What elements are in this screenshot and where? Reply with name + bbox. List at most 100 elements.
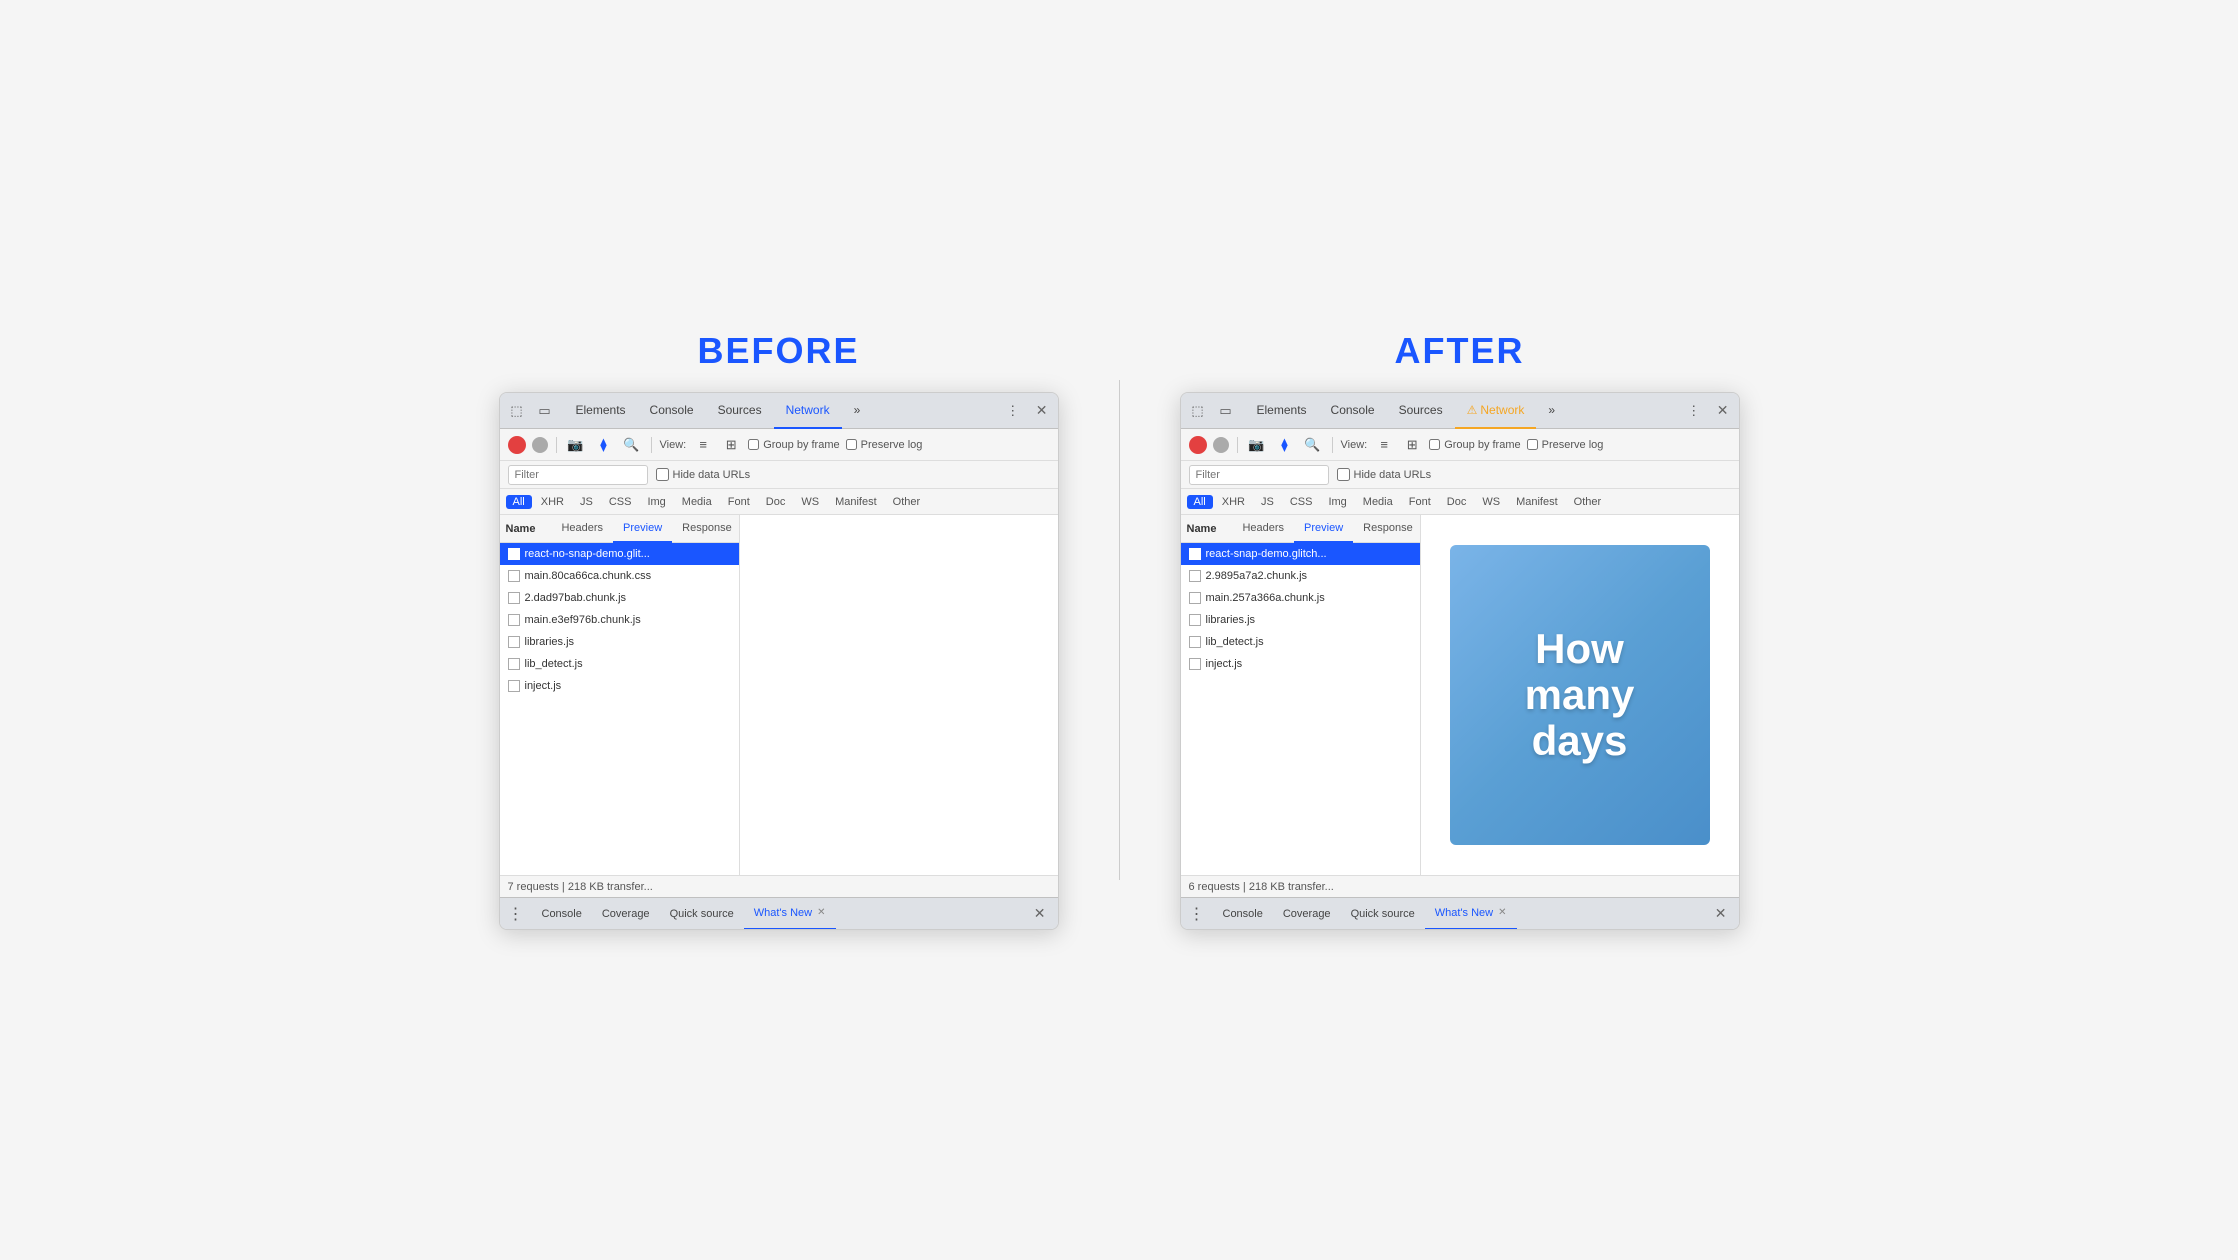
whatsnew-close-after[interactable]: ✕	[1498, 907, 1506, 918]
record-btn-after[interactable]	[1189, 436, 1207, 454]
file-item-3-after[interactable]: main.257a366a.chunk.js	[1181, 587, 1420, 609]
view-grid-icon-after[interactable]: ⊞	[1401, 434, 1423, 456]
close-drawer-after[interactable]: ✕	[1711, 903, 1731, 924]
file-item-4-before[interactable]: main.e3ef976b.chunk.js	[500, 609, 739, 631]
close-btn-after[interactable]: ✕	[1713, 400, 1733, 421]
type-all-after[interactable]: All	[1187, 495, 1213, 509]
drawer-menu-icon-after[interactable]: ⋮	[1189, 904, 1205, 924]
tab-sources-after[interactable]: Sources	[1387, 393, 1455, 429]
tab-elements-before[interactable]: Elements	[564, 393, 638, 429]
tab-elements-after[interactable]: Elements	[1245, 393, 1319, 429]
hide-data-urls-before[interactable]: Hide data URLs	[656, 468, 751, 481]
file-item-4-after[interactable]: libraries.js	[1181, 609, 1420, 631]
view-grid-icon-before[interactable]: ⊞	[720, 434, 742, 456]
preserve-log-checkbox-before[interactable]	[846, 439, 857, 450]
hide-data-urls-after[interactable]: Hide data URLs	[1337, 468, 1432, 481]
view-list-icon-before[interactable]: ≡	[692, 434, 714, 456]
close-btn-before[interactable]: ✕	[1032, 400, 1052, 421]
type-css-after[interactable]: CSS	[1283, 495, 1320, 509]
funnel-btn-before[interactable]: ⧫	[593, 434, 615, 456]
col-tab-headers-after[interactable]: Headers	[1232, 515, 1294, 543]
drawer-tab-console-before[interactable]: Console	[532, 898, 592, 930]
group-by-frame-before[interactable]: Group by frame	[748, 439, 839, 451]
type-manifest-after[interactable]: Manifest	[1509, 495, 1565, 509]
type-xhr-after[interactable]: XHR	[1215, 495, 1252, 509]
group-by-frame-checkbox-before[interactable]	[748, 439, 759, 450]
type-font-before[interactable]: Font	[721, 495, 757, 509]
col-tab-preview-before[interactable]: Preview	[613, 515, 672, 543]
type-doc-after[interactable]: Doc	[1440, 495, 1474, 509]
type-ws-before[interactable]: WS	[794, 495, 826, 509]
type-other-before[interactable]: Other	[886, 495, 928, 509]
close-drawer-before[interactable]: ✕	[1030, 903, 1050, 924]
type-manifest-before[interactable]: Manifest	[828, 495, 884, 509]
filter-input-after[interactable]	[1189, 465, 1329, 485]
file-item-1-before[interactable]: react-no-snap-demo.glit...	[500, 543, 739, 565]
drawer-tab-whatsnew-after[interactable]: What's New ✕	[1425, 898, 1517, 930]
drawer-tab-console-after[interactable]: Console	[1213, 898, 1273, 930]
preserve-log-before[interactable]: Preserve log	[846, 439, 923, 451]
inspect-icon[interactable]: ⬚	[506, 400, 528, 422]
type-img-before[interactable]: Img	[640, 495, 672, 509]
file-item-6-after[interactable]: inject.js	[1181, 653, 1420, 675]
file-item-1-after[interactable]: react-snap-demo.glitch...	[1181, 543, 1420, 565]
tab-console-after[interactable]: Console	[1319, 393, 1387, 429]
file-item-2-after[interactable]: 2.9895a7a2.chunk.js	[1181, 565, 1420, 587]
settings-icon-after[interactable]: ⋮	[1683, 400, 1705, 422]
file-item-2-before[interactable]: main.80ca66ca.chunk.css	[500, 565, 739, 587]
device-icon[interactable]: ▭	[534, 400, 556, 422]
group-by-frame-checkbox-after[interactable]	[1429, 439, 1440, 450]
file-item-5-after[interactable]: lib_detect.js	[1181, 631, 1420, 653]
stop-btn-after[interactable]	[1213, 437, 1229, 453]
col-tab-headers-before[interactable]: Headers	[551, 515, 613, 543]
file-item-7-before[interactable]: inject.js	[500, 675, 739, 697]
device-icon-after[interactable]: ▭	[1215, 400, 1237, 422]
drawer-tab-coverage-after[interactable]: Coverage	[1273, 898, 1341, 930]
preserve-log-checkbox-after[interactable]	[1527, 439, 1538, 450]
view-list-icon-after[interactable]: ≡	[1373, 434, 1395, 456]
tab-network-after[interactable]: ⚠Network	[1455, 393, 1537, 429]
col-tab-response-before[interactable]: Response	[672, 515, 742, 543]
file-item-5-before[interactable]: libraries.js	[500, 631, 739, 653]
drawer-tab-whatsnew-before[interactable]: What's New ✕	[744, 898, 836, 930]
funnel-btn-after[interactable]: ⧫	[1274, 434, 1296, 456]
type-other-after[interactable]: Other	[1567, 495, 1609, 509]
camera-btn-before[interactable]: 📷	[565, 434, 587, 456]
type-media-after[interactable]: Media	[1356, 495, 1400, 509]
group-by-frame-after[interactable]: Group by frame	[1429, 439, 1520, 451]
tab-console-before[interactable]: Console	[638, 393, 706, 429]
file-item-3-before[interactable]: 2.dad97bab.chunk.js	[500, 587, 739, 609]
drawer-tab-quicksource-before[interactable]: Quick source	[660, 898, 744, 930]
tab-more-before[interactable]: »	[842, 393, 873, 429]
col-tab-preview-after[interactable]: Preview	[1294, 515, 1353, 543]
type-doc-before[interactable]: Doc	[759, 495, 793, 509]
tab-sources-before[interactable]: Sources	[706, 393, 774, 429]
drawer-tab-quicksource-after[interactable]: Quick source	[1341, 898, 1425, 930]
search-btn-before[interactable]: 🔍	[621, 434, 643, 456]
file-item-6-before[interactable]: lib_detect.js	[500, 653, 739, 675]
hide-data-urls-checkbox-after[interactable]	[1337, 468, 1350, 481]
stop-btn-before[interactable]	[532, 437, 548, 453]
filter-input-before[interactable]	[508, 465, 648, 485]
tab-network-before[interactable]: Network	[774, 393, 842, 429]
type-css-before[interactable]: CSS	[602, 495, 639, 509]
type-js-after[interactable]: JS	[1254, 495, 1281, 509]
type-ws-after[interactable]: WS	[1475, 495, 1507, 509]
preserve-log-after[interactable]: Preserve log	[1527, 439, 1604, 451]
type-xhr-before[interactable]: XHR	[534, 495, 571, 509]
type-img-after[interactable]: Img	[1321, 495, 1353, 509]
settings-icon-before[interactable]: ⋮	[1002, 400, 1024, 422]
record-btn-before[interactable]	[508, 436, 526, 454]
whatsnew-close-before[interactable]: ✕	[817, 907, 825, 918]
type-all-before[interactable]: All	[506, 495, 532, 509]
inspect-icon-after[interactable]: ⬚	[1187, 400, 1209, 422]
type-media-before[interactable]: Media	[675, 495, 719, 509]
col-tab-response-after[interactable]: Response	[1353, 515, 1423, 543]
drawer-tab-coverage-before[interactable]: Coverage	[592, 898, 660, 930]
search-btn-after[interactable]: 🔍	[1302, 434, 1324, 456]
tab-more-after[interactable]: »	[1536, 393, 1567, 429]
hide-data-urls-checkbox-before[interactable]	[656, 468, 669, 481]
camera-btn-after[interactable]: 📷	[1246, 434, 1268, 456]
drawer-menu-icon-before[interactable]: ⋮	[508, 904, 524, 924]
type-js-before[interactable]: JS	[573, 495, 600, 509]
